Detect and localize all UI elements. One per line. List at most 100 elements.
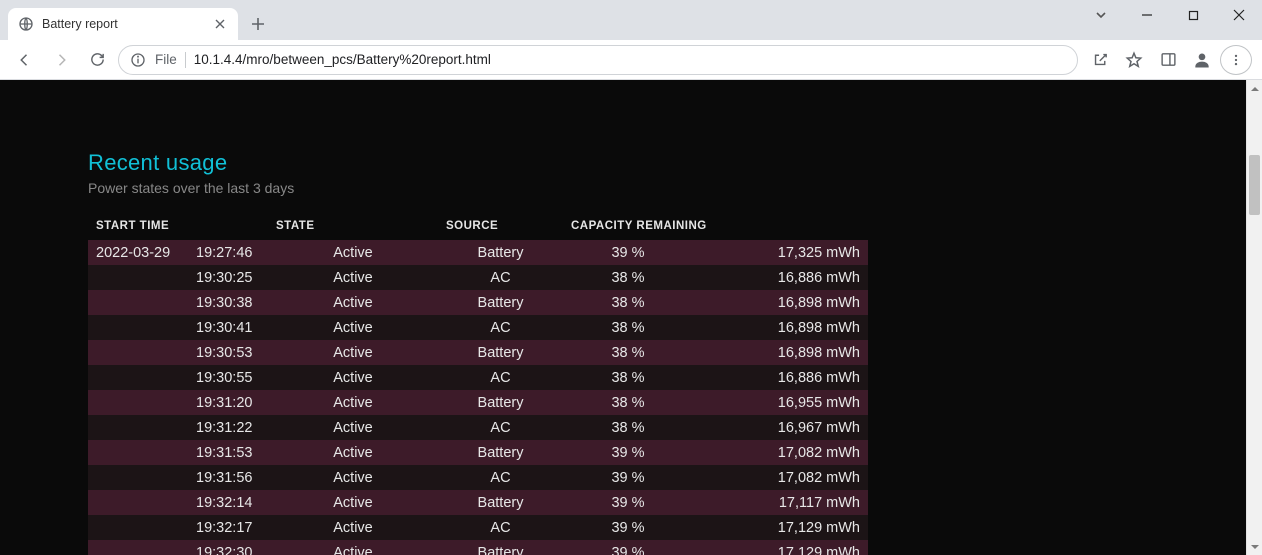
cell-time: 19:31:22 (188, 415, 268, 440)
cell-percent: 38 % (563, 365, 693, 390)
cell-time: 19:30:55 (188, 365, 268, 390)
cell-mwh: 17,325 mWh (693, 240, 868, 265)
header-state: STATE (268, 214, 438, 240)
back-button[interactable] (10, 45, 40, 75)
url-divider (185, 52, 186, 68)
cell-percent: 38 % (563, 415, 693, 440)
table-row: 19:31:53ActiveBattery39 %17,082 mWh (88, 440, 868, 465)
cell-date (88, 465, 188, 490)
tab-close-button[interactable] (212, 16, 228, 32)
site-info-icon[interactable] (129, 51, 147, 69)
profile-button[interactable] (1186, 45, 1218, 75)
cell-time: 19:30:25 (188, 265, 268, 290)
scroll-track[interactable] (1247, 97, 1262, 538)
cell-source: Battery (438, 340, 563, 365)
cell-source: Battery (438, 290, 563, 315)
url-path: 10.1.4.4/mro/between_pcs/Battery%20repor… (194, 52, 1067, 67)
page-viewport[interactable]: Recent usage Power states over the last … (0, 80, 1246, 555)
usage-table: START TIME STATE SOURCE CAPACITY REMAINI… (88, 214, 868, 555)
cell-percent: 38 % (563, 315, 693, 340)
tab-title: Battery report (42, 17, 204, 31)
table-row: 19:30:53ActiveBattery38 %16,898 mWh (88, 340, 868, 365)
cell-date (88, 265, 188, 290)
cell-mwh: 16,967 mWh (693, 415, 868, 440)
cell-time: 19:27:46 (188, 240, 268, 265)
header-start-time: START TIME (88, 214, 268, 240)
cell-time: 19:31:53 (188, 440, 268, 465)
cell-percent: 39 % (563, 465, 693, 490)
cell-state: Active (268, 415, 438, 440)
app-menu-button[interactable] (1220, 45, 1252, 75)
cell-percent: 38 % (563, 290, 693, 315)
cell-source: Battery (438, 540, 563, 555)
cell-source: AC (438, 315, 563, 340)
cell-source: AC (438, 415, 563, 440)
vertical-scrollbar[interactable] (1246, 80, 1262, 555)
cell-source: AC (438, 265, 563, 290)
table-row: 2022-03-2919:27:46ActiveBattery39 %17,32… (88, 240, 868, 265)
cell-date (88, 340, 188, 365)
cell-time: 19:32:30 (188, 540, 268, 555)
forward-button[interactable] (46, 45, 76, 75)
table-row: 19:30:25ActiveAC38 %16,886 mWh (88, 265, 868, 290)
cell-mwh: 16,898 mWh (693, 290, 868, 315)
cell-date (88, 390, 188, 415)
cell-state: Active (268, 315, 438, 340)
cell-percent: 39 % (563, 240, 693, 265)
tab-search-button[interactable] (1078, 0, 1124, 30)
cell-percent: 38 % (563, 340, 693, 365)
scroll-down-arrow[interactable] (1247, 538, 1262, 555)
window-close-button[interactable] (1216, 0, 1262, 30)
scroll-up-arrow[interactable] (1247, 80, 1262, 97)
cell-state: Active (268, 240, 438, 265)
table-row: 19:30:41ActiveAC38 %16,898 mWh (88, 315, 868, 340)
header-source: SOURCE (438, 214, 563, 240)
cell-source: AC (438, 465, 563, 490)
scroll-thumb[interactable] (1249, 155, 1260, 215)
cell-mwh: 16,955 mWh (693, 390, 868, 415)
cell-percent: 39 % (563, 440, 693, 465)
cell-mwh: 17,082 mWh (693, 440, 868, 465)
share-button[interactable] (1084, 45, 1116, 75)
cell-date (88, 440, 188, 465)
cell-state: Active (268, 440, 438, 465)
new-tab-button[interactable] (244, 10, 272, 38)
cell-percent: 38 % (563, 265, 693, 290)
reload-button[interactable] (82, 45, 112, 75)
cell-source: Battery (438, 440, 563, 465)
cell-state: Active (268, 340, 438, 365)
cell-state: Active (268, 390, 438, 415)
window-maximize-button[interactable] (1170, 0, 1216, 30)
cell-state: Active (268, 515, 438, 540)
cell-state: Active (268, 490, 438, 515)
cell-date (88, 415, 188, 440)
address-bar[interactable]: File 10.1.4.4/mro/between_pcs/Battery%20… (118, 45, 1078, 75)
cell-percent: 38 % (563, 390, 693, 415)
cell-percent: 39 % (563, 540, 693, 555)
cell-mwh: 16,886 mWh (693, 265, 868, 290)
cell-mwh: 17,082 mWh (693, 465, 868, 490)
cell-percent: 39 % (563, 515, 693, 540)
cell-source: Battery (438, 240, 563, 265)
browser-tab[interactable]: Battery report (8, 8, 238, 40)
cell-time: 19:30:38 (188, 290, 268, 315)
bookmark-button[interactable] (1118, 45, 1150, 75)
side-panel-button[interactable] (1152, 45, 1184, 75)
cell-date (88, 365, 188, 390)
cell-time: 19:32:14 (188, 490, 268, 515)
window-minimize-button[interactable] (1124, 0, 1170, 30)
cell-time: 19:32:17 (188, 515, 268, 540)
cell-mwh: 17,129 mWh (693, 515, 868, 540)
cell-mwh: 17,129 mWh (693, 540, 868, 555)
cell-source: Battery (438, 390, 563, 415)
url-scheme: File (155, 52, 177, 67)
cell-mwh: 16,898 mWh (693, 340, 868, 365)
cell-percent: 39 % (563, 490, 693, 515)
table-row: 19:31:22ActiveAC38 %16,967 mWh (88, 415, 868, 440)
table-row: 19:31:56ActiveAC39 %17,082 mWh (88, 465, 868, 490)
table-row: 19:32:17ActiveAC39 %17,129 mWh (88, 515, 868, 540)
table-row: 19:31:20ActiveBattery38 %16,955 mWh (88, 390, 868, 415)
cell-date (88, 315, 188, 340)
cell-date (88, 515, 188, 540)
section-title: Recent usage (88, 150, 1246, 176)
